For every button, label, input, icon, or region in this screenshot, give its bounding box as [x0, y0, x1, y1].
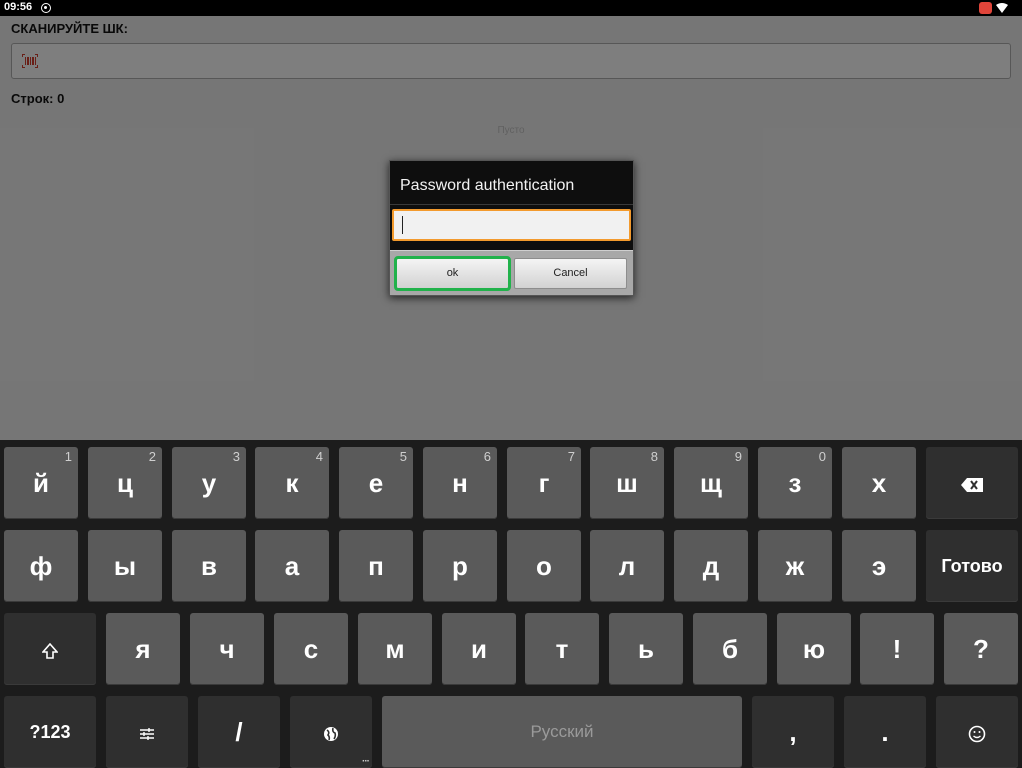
sliders-icon — [140, 728, 154, 741]
wifi-icon — [996, 3, 1008, 13]
password-dialog: Password authentication ok Cancel — [389, 160, 634, 296]
symbols-key[interactable]: ?123 — [4, 696, 96, 768]
key-exclamation[interactable]: ! — [860, 613, 934, 685]
key-label: й — [33, 468, 49, 498]
soft-keyboard: й1 ц2 у3 к4 е5 н6 г7 ш8 щ9 з0 х ф ы в а … — [0, 440, 1022, 768]
key-hint: 9 — [734, 449, 742, 464]
key-label: щ — [700, 468, 722, 498]
key-hint: 1 — [64, 449, 72, 464]
key-letter[interactable]: н6 — [423, 447, 497, 519]
key-letter[interactable]: ш8 — [590, 447, 664, 519]
key-letter[interactable]: у3 — [172, 447, 246, 519]
key-letter[interactable]: щ9 — [674, 447, 748, 519]
key-label: н — [452, 468, 468, 498]
comma-key[interactable]: , — [752, 696, 834, 768]
notification-icon — [979, 2, 992, 14]
smiley-icon — [968, 725, 986, 743]
cancel-button[interactable]: Cancel — [514, 258, 627, 289]
key-letter[interactable]: д — [674, 530, 748, 602]
key-question[interactable]: ? — [944, 613, 1018, 685]
done-key[interactable]: Готово — [926, 530, 1018, 602]
key-letter[interactable]: о — [507, 530, 581, 602]
key-letter[interactable]: й1 — [4, 447, 78, 519]
key-label: з — [788, 468, 802, 498]
key-hint: 3 — [232, 449, 240, 464]
backspace-key[interactable] — [926, 447, 1018, 519]
key-hint: 6 — [483, 449, 491, 464]
key-letter[interactable]: ы — [88, 530, 162, 602]
key-label: у — [201, 468, 217, 498]
key-letter[interactable]: м — [358, 613, 432, 685]
key-letter[interactable]: и — [442, 613, 516, 685]
title-divider — [390, 204, 633, 205]
key-letter[interactable]: ж — [758, 530, 832, 602]
key-label: х — [871, 468, 887, 498]
key-letter[interactable]: г7 — [507, 447, 581, 519]
key-letter[interactable]: я — [106, 613, 180, 685]
key-hint: 4 — [315, 449, 323, 464]
key-letter[interactable]: ф — [4, 530, 78, 602]
key-letter[interactable]: з0 — [758, 447, 832, 519]
globe-icon — [324, 727, 338, 742]
dialog-title: Password authentication — [400, 177, 575, 194]
status-time: 09:56 — [4, 1, 33, 13]
key-hint: 7 — [567, 449, 575, 464]
slash-key[interactable]: / — [198, 696, 280, 768]
key-letter[interactable]: к4 — [255, 447, 329, 519]
more-dots: ··· — [362, 756, 370, 767]
key-letter[interactable]: э — [842, 530, 916, 602]
key-letter[interactable]: ч — [190, 613, 264, 685]
key-hint: 2 — [148, 449, 156, 464]
key-label: г — [538, 468, 550, 498]
backspace-icon — [961, 478, 983, 493]
language-key[interactable]: ··· — [290, 696, 372, 768]
key-label: к — [285, 468, 299, 498]
key-letter[interactable]: т — [525, 613, 599, 685]
emoji-key[interactable] — [936, 696, 1018, 768]
shift-icon — [41, 642, 59, 659]
shift-key[interactable] — [4, 613, 96, 685]
key-letter[interactable]: п — [339, 530, 413, 602]
key-hint: 0 — [818, 449, 826, 464]
key-letter[interactable]: а — [255, 530, 329, 602]
space-key[interactable]: Русский — [382, 696, 742, 768]
key-label: ш — [616, 468, 638, 498]
key-label: е — [368, 468, 384, 498]
key-label: ц — [117, 468, 133, 498]
key-letter[interactable]: ю — [777, 613, 851, 685]
key-letter[interactable]: ь — [609, 613, 683, 685]
key-letter[interactable]: в — [172, 530, 246, 602]
status-bar: 09:56 — [0, 0, 1022, 16]
key-letter[interactable]: х — [842, 447, 916, 519]
ok-button[interactable]: ok — [394, 256, 511, 291]
key-letter[interactable]: е5 — [339, 447, 413, 519]
settings-key[interactable] — [106, 696, 188, 768]
key-hint: 5 — [399, 449, 407, 464]
key-hint: 8 — [650, 449, 658, 464]
screen-record-icon — [41, 3, 51, 13]
text-caret — [402, 216, 403, 234]
key-letter[interactable]: с — [274, 613, 348, 685]
password-input[interactable] — [392, 209, 631, 241]
dialog-button-bar: ok Cancel — [390, 250, 633, 295]
key-letter[interactable]: б — [693, 613, 767, 685]
key-letter[interactable]: ц2 — [88, 447, 162, 519]
key-letter[interactable]: р — [423, 530, 497, 602]
period-key[interactable]: . — [844, 696, 926, 768]
key-letter[interactable]: л — [590, 530, 664, 602]
